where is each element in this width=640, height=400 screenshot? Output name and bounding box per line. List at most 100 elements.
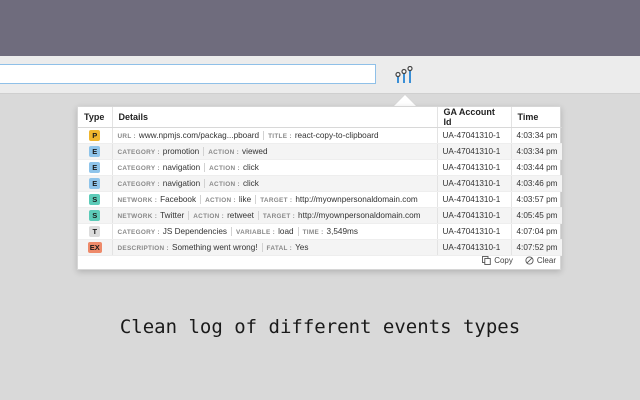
detail-divider <box>263 131 265 141</box>
detail-key: CATEGORY : <box>117 148 160 156</box>
detail-key: TIME : <box>302 228 324 236</box>
table-row[interactable]: E CATEGORY : promotion ACTION : viewed UA-470… <box>78 143 562 160</box>
popup-caret <box>394 95 416 106</box>
type-cell: E <box>78 175 113 192</box>
popup-footer: Copy Clear <box>482 254 556 266</box>
detail-value: click <box>242 162 259 172</box>
detail-divider <box>230 227 232 237</box>
type-cell: S <box>78 207 113 224</box>
detail-divider <box>255 195 257 205</box>
header-time[interactable]: Time <box>511 107 562 128</box>
address-bar[interactable] <box>0 64 376 84</box>
account-cell: UA-47041310-1 <box>437 143 512 160</box>
detail-divider <box>188 211 190 221</box>
event-type-badge: P <box>89 130 101 141</box>
table-row[interactable]: S NETWORK : Facebook ACTION : like TARGET : ht… <box>78 191 562 208</box>
account-cell: UA-47041310-1 <box>437 191 512 208</box>
type-cell: EX <box>78 239 113 256</box>
event-type-badge: E <box>89 178 101 189</box>
detail-value: navigation <box>162 178 201 188</box>
detail-value: navigation <box>162 162 201 172</box>
detail-value: retweet <box>227 210 254 220</box>
header-type[interactable]: Type <box>78 107 113 128</box>
detail-value: http://myownpersonaldomain.com <box>295 194 418 204</box>
copy-button[interactable]: Copy <box>482 256 513 265</box>
type-cell: E <box>78 159 113 176</box>
browser-titlebar <box>0 0 640 56</box>
clear-icon <box>525 255 534 265</box>
copy-icon <box>482 255 491 265</box>
event-type-badge: E <box>89 162 101 173</box>
time-cell: 4:03:34 pm <box>511 143 562 160</box>
detail-value: JS Dependencies <box>162 226 227 236</box>
table-row[interactable]: E CATEGORY : navigation ACTION : click UA-470… <box>78 175 562 192</box>
table-row[interactable]: S NETWORK : Twitter ACTION : retweet TARGET :… <box>78 207 562 224</box>
signal-bars-icon[interactable] <box>395 66 413 84</box>
detail-value: react-copy-to-clipboard <box>294 130 379 140</box>
detail-value: promotion <box>162 146 200 156</box>
event-type-badge: E <box>89 146 101 157</box>
detail-value: Twitter <box>160 210 185 220</box>
time-cell: 4:07:04 pm <box>511 223 562 240</box>
clear-button[interactable]: Clear <box>525 256 556 265</box>
detail-divider <box>261 243 263 253</box>
table-header-row: Type Details GA Account Id Time <box>78 107 562 128</box>
details-cell: CATEGORY : promotion ACTION : viewed <box>112 143 438 160</box>
account-cell: UA-47041310-1 <box>437 127 512 144</box>
detail-value: Yes <box>295 242 309 252</box>
time-cell: 4:03:57 pm <box>511 191 562 208</box>
header-details[interactable]: Details <box>112 107 438 128</box>
detail-value: Facebook <box>160 194 197 204</box>
detail-value: load <box>278 226 294 236</box>
header-account[interactable]: GA Account Id <box>437 107 512 128</box>
detail-divider <box>200 195 202 205</box>
detail-value: http://myownpersonaldomain.com <box>298 210 421 220</box>
details-cell: URL : www.npmjs.com/packag...pboard TITLE … <box>112 127 438 144</box>
event-type-badge: EX <box>87 242 102 253</box>
detail-key: ACTION : <box>205 196 236 204</box>
detail-key: CATEGORY : <box>117 164 160 172</box>
detail-divider <box>203 147 205 157</box>
detail-divider <box>257 211 259 221</box>
event-table: Type Details GA Account Id Time P URL : ww… <box>78 107 562 256</box>
copy-label: Copy <box>494 255 513 265</box>
account-cell: UA-47041310-1 <box>437 223 512 240</box>
details-cell: NETWORK : Facebook ACTION : like TARGET : htt… <box>112 191 438 208</box>
account-cell: UA-47041310-1 <box>437 207 512 224</box>
detail-key: NETWORK : <box>117 212 158 220</box>
event-type-badge: S <box>89 194 101 205</box>
table-row[interactable]: E CATEGORY : navigation ACTION : click UA-470… <box>78 159 562 176</box>
detail-divider <box>204 163 206 173</box>
account-cell: UA-47041310-1 <box>437 175 512 192</box>
detail-key: VARIABLE : <box>235 228 276 236</box>
detail-key: ACTION : <box>193 212 225 220</box>
event-type-badge: T <box>89 226 101 237</box>
detail-key: TARGET : <box>260 196 293 204</box>
details-cell: CATEGORY : navigation ACTION : click <box>112 159 438 176</box>
account-cell: UA-47041310-1 <box>437 159 512 176</box>
detail-key: FATAL : <box>266 244 293 252</box>
detail-key: TITLE : <box>268 132 292 140</box>
table-row[interactable]: P URL : www.npmjs.com/packag...pboard TITLE… <box>78 127 562 144</box>
details-cell: DESCRIPTION : Something went wrong! FATAL … <box>112 239 438 256</box>
type-cell: E <box>78 143 113 160</box>
promo-caption: Clean log of different events types <box>119 316 521 338</box>
table-row[interactable]: T CATEGORY : JS Dependencies VARIABLE : load… <box>78 223 562 240</box>
details-cell: CATEGORY : navigation ACTION : click <box>112 175 438 192</box>
type-cell: P <box>78 127 113 144</box>
detail-key: NETWORK : <box>117 196 158 204</box>
detail-value: click <box>242 178 259 188</box>
detail-key: ACTION : <box>208 148 240 156</box>
detail-key: ACTION : <box>209 164 240 172</box>
event-type-badge: S <box>89 210 101 221</box>
detail-value: Something went wrong! <box>171 242 258 252</box>
detail-value: 3,549ms <box>326 226 358 236</box>
detail-value: like <box>238 194 252 204</box>
detail-divider <box>297 227 299 237</box>
detail-value: www.npmjs.com/packag...pboard <box>138 130 260 140</box>
event-log-popup: Type Details GA Account Id Time P URL : ww… <box>77 106 562 270</box>
detail-key: URL : <box>117 132 136 140</box>
details-cell: NETWORK : Twitter ACTION : retweet TARGET :h… <box>112 207 438 224</box>
time-cell: 4:05:45 pm <box>511 207 562 224</box>
type-cell: T <box>78 223 113 240</box>
